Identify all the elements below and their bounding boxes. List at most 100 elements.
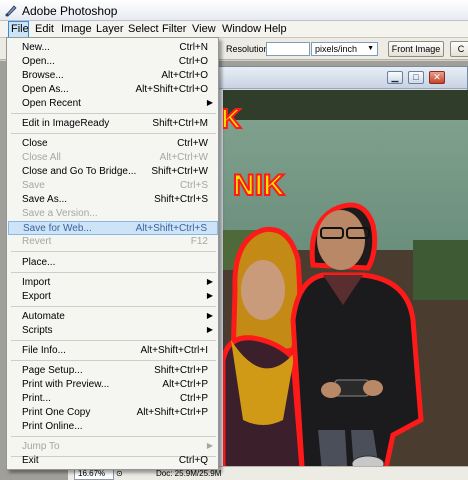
menu-item-label: Open As... xyxy=(22,84,69,95)
file-menu-dropdown: New... Ctrl+N Open... Ctrl+O Browse... A… xyxy=(6,37,219,470)
resolution-input[interactable] xyxy=(266,42,310,56)
submenu-arrow-icon: ▶ xyxy=(206,98,213,107)
menu-item-close-all: Close All Alt+Ctrl+W xyxy=(8,151,218,165)
menu-item-place[interactable]: Place... xyxy=(8,256,218,270)
menu-item-label: Automate xyxy=(22,311,65,322)
document-window: ▁ □ ✕ K NIK xyxy=(216,66,468,480)
menu-item-label: Print with Preview... xyxy=(22,379,110,390)
menu-layer[interactable]: Layer xyxy=(96,21,124,38)
menu-item-print-with-preview[interactable]: Print with Preview... Alt+Ctrl+P xyxy=(8,378,218,392)
menu-item-label: Import xyxy=(22,277,51,288)
menu-item-label: Save xyxy=(22,180,45,191)
title-bar: Adobe Photoshop xyxy=(0,0,468,21)
menu-item-open-recent[interactable]: Open Recent ▶ xyxy=(8,97,218,111)
menu-item-shortcut: Ctrl+O xyxy=(178,56,208,67)
menu-edit[interactable]: Edit xyxy=(35,21,54,38)
overlay-text-mid: NIK xyxy=(233,169,285,202)
menu-item-label: Print Online... xyxy=(22,421,83,432)
menu-separator xyxy=(11,340,216,341)
menu-bar: File Edit Image Layer Select Filter View… xyxy=(0,21,468,38)
menu-image[interactable]: Image xyxy=(61,21,92,38)
menu-item-save-a-version: Save a Version... xyxy=(8,207,218,221)
menu-item-label: Place... xyxy=(22,257,56,268)
menu-item-label: Close and Go To Bridge... xyxy=(22,166,137,177)
menu-item-label: Export xyxy=(22,291,51,302)
menu-item-print-online[interactable]: Print Online... xyxy=(8,420,218,434)
menu-item-shortcut: Shift+Ctrl+M xyxy=(152,118,208,129)
menu-item-scripts[interactable]: Scripts ▶ xyxy=(8,324,218,338)
menu-filter[interactable]: Filter xyxy=(162,21,186,38)
menu-item-label: Open... xyxy=(22,56,55,67)
menu-item-shortcut: Alt+Shift+Ctrl+I xyxy=(140,345,208,356)
submenu-arrow-icon: ▶ xyxy=(206,441,213,450)
maximize-icon[interactable]: □ xyxy=(408,71,424,84)
menu-item-edit-in-imageready[interactable]: Edit in ImageReady Shift+Ctrl+M xyxy=(8,117,218,131)
menu-separator xyxy=(11,306,216,307)
menu-item-label: Revert xyxy=(22,236,52,247)
menu-separator xyxy=(11,360,216,361)
menu-item-shortcut: Alt+Shift+Ctrl+O xyxy=(135,84,208,95)
menu-item-label: Save for Web... xyxy=(23,223,92,234)
clear-button[interactable]: C xyxy=(450,41,468,57)
menu-item-automate[interactable]: Automate ▶ xyxy=(8,310,218,324)
menu-item-shortcut: Alt+Ctrl+P xyxy=(162,379,208,390)
menu-item-print[interactable]: Print... Ctrl+P xyxy=(8,392,218,406)
menu-item-shortcut: Shift+Ctrl+S xyxy=(154,194,208,205)
menu-item-shortcut: Ctrl+N xyxy=(179,42,208,53)
submenu-arrow-icon: ▶ xyxy=(206,291,213,300)
menu-separator xyxy=(11,251,216,252)
menu-item-shortcut: F12 xyxy=(190,236,208,247)
photo-image: K NIK xyxy=(223,90,468,480)
menu-select[interactable]: Select xyxy=(128,21,159,38)
menu-item-close-and-go-to-bridge[interactable]: Close and Go To Bridge... Shift+Ctrl+W xyxy=(8,165,218,179)
menu-item-label: Page Setup... xyxy=(22,365,83,376)
menu-item-open-as[interactable]: Open As... Alt+Shift+Ctrl+O xyxy=(8,83,218,97)
menu-item-label: Save As... xyxy=(22,194,68,205)
menu-item-label: File Info... xyxy=(22,345,66,356)
menu-item-shortcut: Ctrl+P xyxy=(179,393,208,404)
menu-file[interactable]: File xyxy=(8,21,29,38)
menu-item-print-one-copy[interactable]: Print One Copy Alt+Shift+Ctrl+P xyxy=(8,406,218,420)
menu-item-shortcut: Ctrl+S xyxy=(179,180,208,191)
menu-item-label: Browse... xyxy=(22,70,64,81)
menu-item-browse[interactable]: Browse... Alt+Ctrl+O xyxy=(8,69,218,83)
menu-item-shortcut: Shift+Ctrl+W xyxy=(151,166,208,177)
menu-item-page-setup[interactable]: Page Setup... Shift+Ctrl+P xyxy=(8,364,218,378)
resolution-label: Resolution: xyxy=(226,44,272,54)
menu-item-jump-to: Jump To ▶ xyxy=(8,440,218,454)
menu-window[interactable]: Window xyxy=(222,21,261,38)
resolution-unit-select[interactable]: pixels/inch ▼ xyxy=(311,42,378,56)
menu-item-shortcut: Ctrl+Q xyxy=(178,455,208,466)
chevron-down-icon: ▼ xyxy=(367,45,374,52)
menu-item-file-info[interactable]: File Info... Alt+Shift+Ctrl+I xyxy=(8,344,218,358)
menu-item-exit[interactable]: Exit Ctrl+Q xyxy=(8,454,218,468)
menu-item-label: Exit xyxy=(22,455,39,466)
menu-item-close[interactable]: Close Ctrl+W xyxy=(8,137,218,151)
front-image-button[interactable]: Front Image xyxy=(388,41,444,57)
menu-view[interactable]: View xyxy=(192,21,216,38)
submenu-arrow-icon: ▶ xyxy=(206,277,213,286)
menu-item-shortcut: Alt+Shift+Ctrl+S xyxy=(135,223,207,234)
overlay-text-top: K xyxy=(223,103,241,134)
menu-item-save-for-web[interactable]: Save for Web... Alt+Shift+Ctrl+S xyxy=(8,221,218,235)
menu-separator xyxy=(11,113,216,114)
menu-item-open[interactable]: Open... Ctrl+O xyxy=(8,55,218,69)
menu-item-save-as[interactable]: Save As... Shift+Ctrl+S xyxy=(8,193,218,207)
menu-item-label: Print One Copy xyxy=(22,407,91,418)
menu-item-save: Save Ctrl+S xyxy=(8,179,218,193)
minimize-icon[interactable]: ▁ xyxy=(387,71,403,84)
document-title-bar[interactable]: ▁ □ ✕ xyxy=(217,67,467,89)
menu-item-export[interactable]: Export ▶ xyxy=(8,290,218,304)
menu-item-shortcut: Alt+Shift+Ctrl+P xyxy=(136,407,208,418)
menu-item-import[interactable]: Import ▶ xyxy=(8,276,218,290)
window-title: Adobe Photoshop xyxy=(22,4,118,18)
photo-canvas[interactable]: K NIK xyxy=(223,90,468,480)
menu-item-label: New... xyxy=(22,42,50,53)
menu-item-new[interactable]: New... Ctrl+N xyxy=(8,41,218,55)
menu-item-shortcut: Alt+Ctrl+W xyxy=(159,152,208,163)
menu-item-revert: Revert F12 xyxy=(8,235,218,249)
menu-separator xyxy=(11,133,216,134)
menu-help[interactable]: Help xyxy=(264,21,287,38)
close-icon[interactable]: ✕ xyxy=(429,71,445,84)
menu-item-label: Open Recent xyxy=(22,98,81,109)
